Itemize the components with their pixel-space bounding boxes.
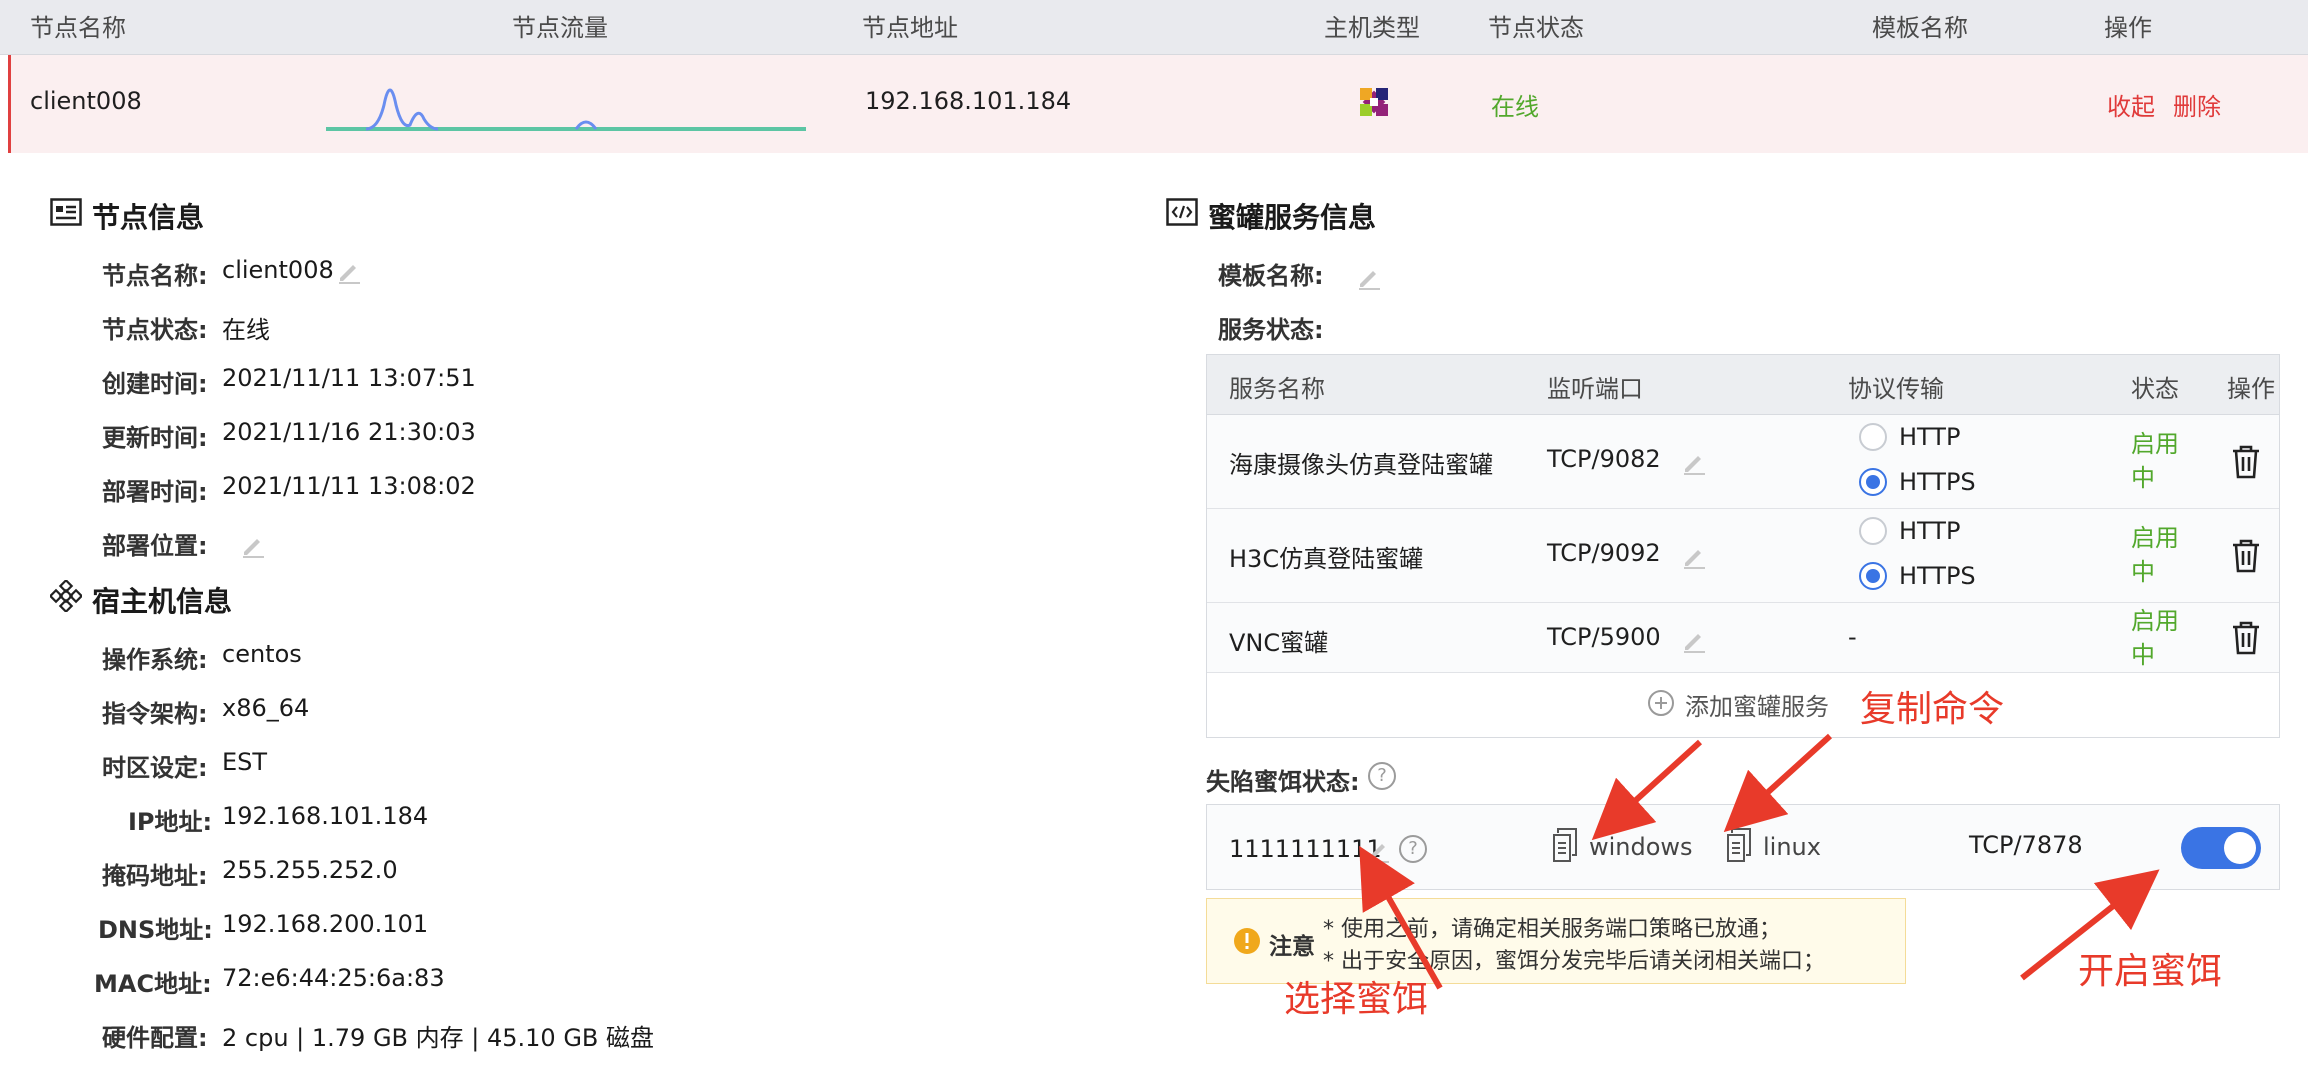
copy-command-annotation: 复制命令 <box>1860 689 2005 730</box>
enable-bait-annotation: 开启蜜饵 <box>2078 951 2223 992</box>
annotation-arrows <box>1359 733 2160 990</box>
select-bait-annotation: 选择蜜饵 <box>1284 979 1429 1020</box>
